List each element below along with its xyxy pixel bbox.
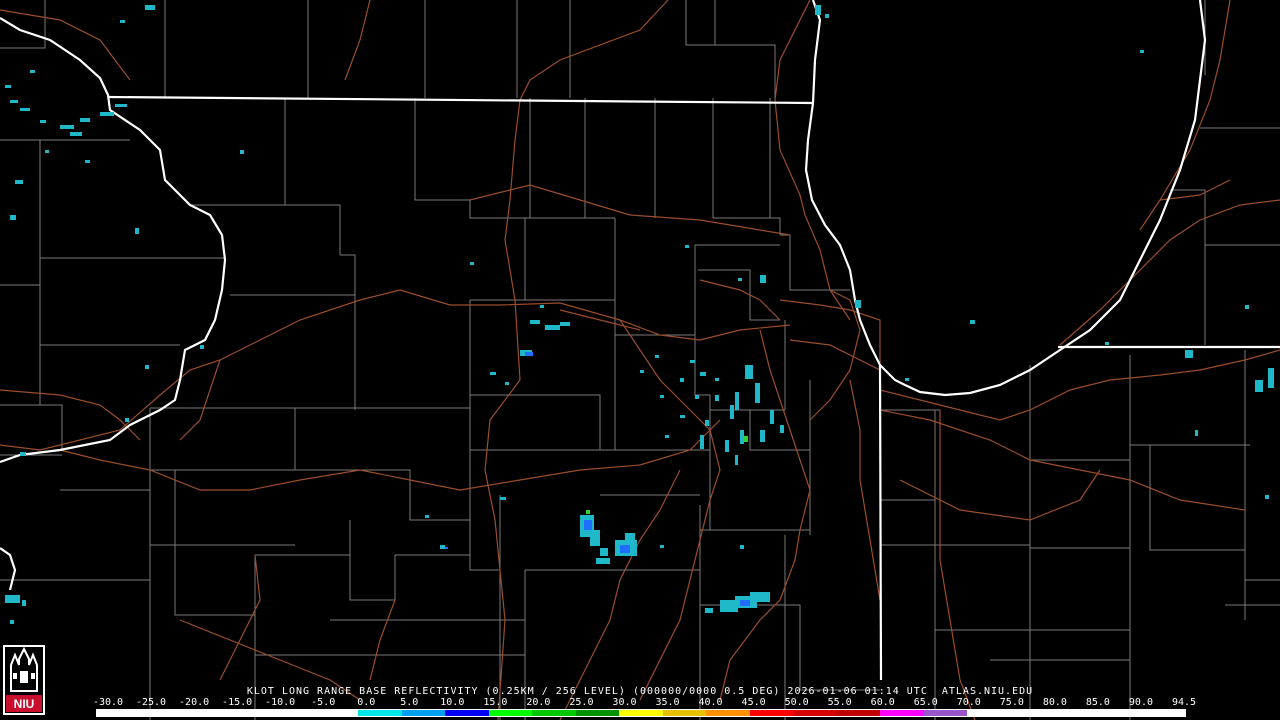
colorscale-segment [358, 710, 403, 716]
colorscale-segment [227, 710, 272, 716]
colorscale-segment [488, 710, 533, 716]
colorscale-bar [96, 709, 1186, 717]
colorscale-segment [619, 710, 664, 716]
colorscale-segment [575, 710, 620, 716]
colorscale-segment [836, 710, 881, 716]
colorscale-tick-label: -10.0 [265, 697, 296, 708]
colorscale-segment [662, 710, 707, 716]
colorscale-segment [140, 710, 185, 716]
colorscale-tick-label: 80.0 [1042, 697, 1067, 708]
colorscale-segment [1141, 710, 1186, 716]
colorscale-tick-label: -5.0 [311, 697, 336, 708]
colorscale-tick-label: 50.0 [784, 697, 809, 708]
product-title: KLOT LONG RANGE BASE REFLECTIVITY (0.25K… [246, 686, 1034, 697]
colorscale-tick-label: 94.5 [1171, 697, 1197, 708]
colorscale-tick-label: 55.0 [827, 697, 852, 708]
colorscale-tick-label: 60.0 [870, 697, 895, 708]
colorscale-tick-label: 45.0 [741, 697, 766, 708]
colorscale-segment [401, 710, 446, 716]
colorscale-tick-label: -20.0 [179, 697, 210, 708]
colorscale-tick-label: 35.0 [655, 697, 680, 708]
colorscale-tick-label: 20.0 [526, 697, 551, 708]
colorscale-segment [749, 710, 794, 716]
colorscale-segment [793, 710, 838, 716]
colorscale-tick-label: -15.0 [222, 697, 253, 708]
colorscale-segment [1097, 710, 1142, 716]
colorscale-segment [184, 710, 229, 716]
colorscale-labels: -30.0 -25.0 -20.0 -15.0 -10.0 -5.0 0.0 5.0 10.0 1… [92, 697, 1197, 708]
colorscale-tick-label: 65.0 [913, 697, 938, 708]
colorscale-tick-label: 10.0 [440, 697, 465, 708]
colorscale-segment [923, 710, 968, 716]
colorscale-tick-label: 85.0 [1085, 697, 1110, 708]
colorscale-tick-label: 30.0 [612, 697, 637, 708]
colorscale-tick-label: 75.0 [999, 697, 1024, 708]
colorscale-tick-label: 25.0 [569, 697, 594, 708]
logo-text: NIU [14, 697, 35, 711]
colorscale-segment [706, 710, 751, 716]
colorscale-segment [271, 710, 316, 716]
colorscale-tick-label: 70.0 [956, 697, 981, 708]
colorscale-tick-label: 0.0 [357, 697, 376, 708]
colorscale-segment [445, 710, 490, 716]
colorscale-segment [967, 710, 1012, 716]
colorscale-segment [97, 710, 141, 716]
colorscale-segment [880, 710, 925, 716]
colorscale-tick-label: 15.0 [483, 697, 508, 708]
colorscale-segment [532, 710, 577, 716]
colorscale-tick-label: 5.0 [400, 697, 419, 708]
colorscale-segment [1010, 710, 1055, 716]
colorscale-segment [314, 710, 359, 716]
radar-map [0, 0, 1280, 720]
colorscale-tick-label: 90.0 [1128, 697, 1153, 708]
niu-logo: NIU [3, 645, 45, 715]
colorscale-tick-label: -25.0 [135, 697, 167, 708]
colorscale-tick-label: -30.0 [92, 697, 124, 708]
colorscale-tick-label: 40.0 [698, 697, 723, 708]
colorscale-segment [1054, 710, 1099, 716]
